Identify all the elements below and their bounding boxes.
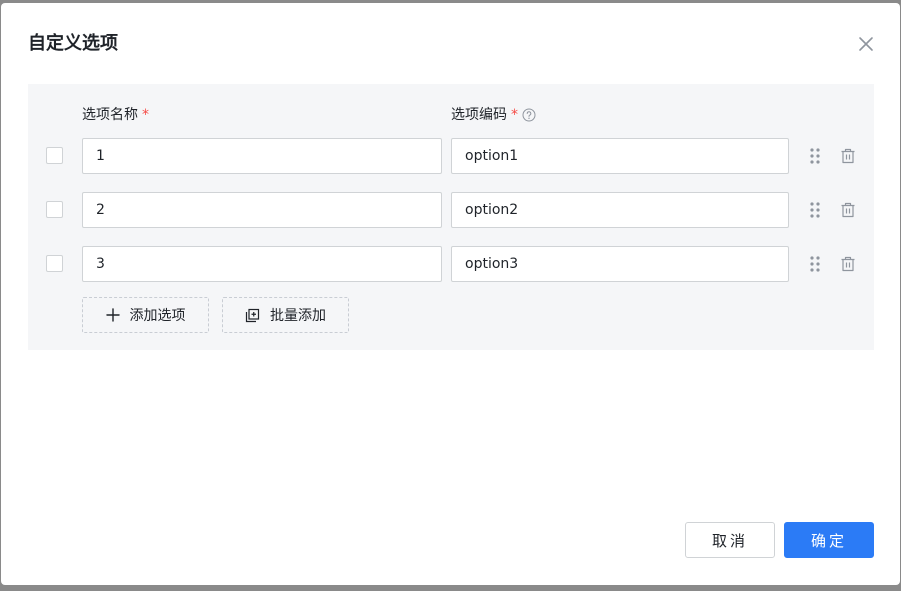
cancel-button[interactable]: 取消 <box>685 522 775 558</box>
option-name-label: 选项名称 <box>82 107 138 123</box>
option-row <box>28 138 874 174</box>
close-button[interactable] <box>856 34 876 54</box>
option-name-input[interactable] <box>82 246 442 282</box>
option-code-header: 选项编码 * <box>451 106 536 124</box>
option-code-label: 选项编码 <box>451 107 507 123</box>
row-checkbox[interactable] <box>46 255 63 272</box>
dialog-title: 自定义选项 <box>28 33 118 54</box>
option-name-input[interactable] <box>82 138 442 174</box>
confirm-button[interactable]: 确定 <box>784 522 874 558</box>
option-code-input[interactable] <box>451 246 789 282</box>
batch-add-button[interactable]: 批量添加 <box>222 297 349 333</box>
delete-icon[interactable] <box>839 201 857 219</box>
option-code-input[interactable] <box>451 192 789 228</box>
delete-icon[interactable] <box>839 255 857 273</box>
add-option-button[interactable]: 添加选项 <box>82 297 209 333</box>
option-name-header: 选项名称 * <box>82 106 149 124</box>
drag-handle-icon[interactable] <box>808 146 822 166</box>
batch-add-label: 批量添加 <box>270 308 326 324</box>
help-icon[interactable] <box>522 108 536 122</box>
option-code-input[interactable] <box>451 138 789 174</box>
batch-add-icon <box>245 308 260 322</box>
custom-options-dialog: 自定义选项 选项名称 * 选项编码 * 1 option1 2 option2 … <box>1 3 900 585</box>
required-mark: * <box>142 107 149 123</box>
option-row <box>28 246 874 282</box>
row-checkbox[interactable] <box>46 201 63 218</box>
required-mark: * <box>511 107 518 123</box>
drag-handle-icon[interactable] <box>808 200 822 220</box>
add-option-label: 添加选项 <box>129 308 186 324</box>
option-name-input[interactable] <box>82 192 442 228</box>
row-checkbox[interactable] <box>46 147 63 164</box>
delete-icon[interactable] <box>839 147 857 165</box>
options-panel: 选项名称 * 选项编码 * 1 option1 2 option2 3 opti… <box>28 84 874 350</box>
plus-icon <box>105 308 120 322</box>
drag-handle-icon[interactable] <box>808 254 822 274</box>
option-row <box>28 192 874 228</box>
close-icon <box>859 37 873 51</box>
